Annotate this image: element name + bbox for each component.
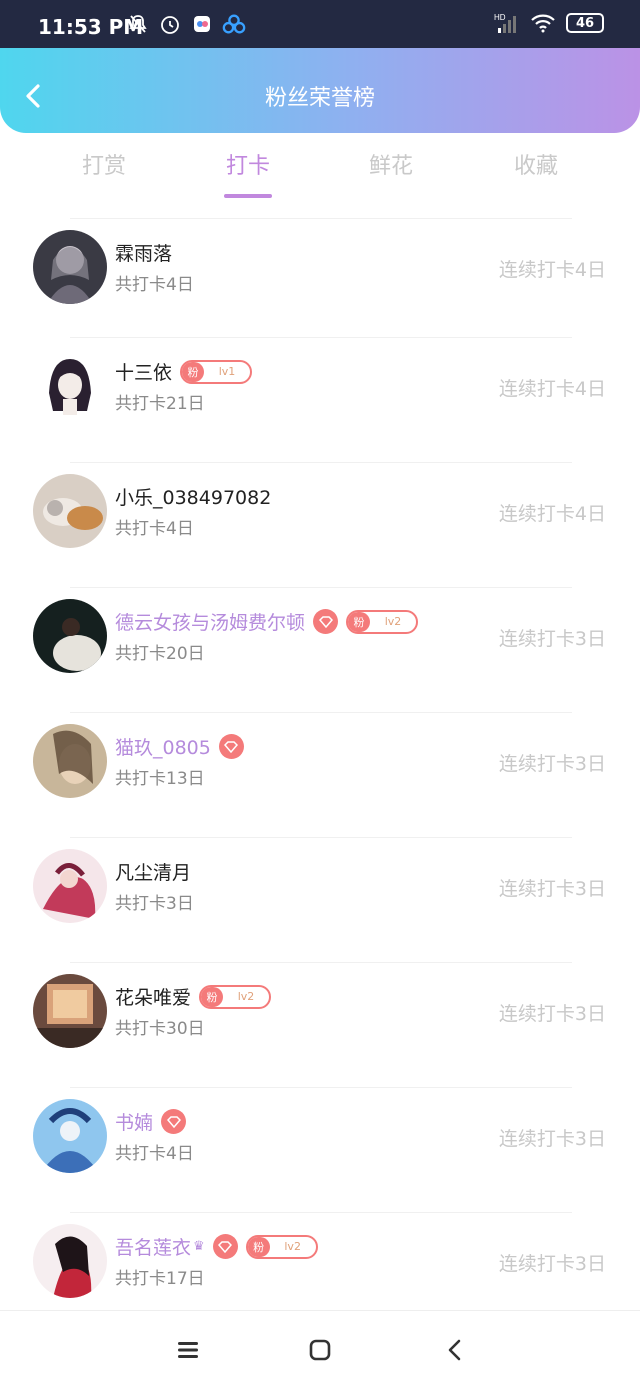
diamond-icon — [313, 609, 339, 634]
list-item[interactable]: 凡尘清月 共打卡3日 连续打卡3日 — [0, 837, 640, 962]
tab-checkin[interactable]: 打卡 — [193, 148, 303, 180]
back-chevron-icon[interactable] — [440, 1335, 470, 1365]
divider — [70, 462, 572, 463]
list-item[interactable]: 德云女孩与汤姆费尔顿 粉 lv2 共打卡20日 连续打卡3日 — [0, 587, 640, 712]
tab-flowers[interactable]: 鲜花 — [336, 148, 446, 180]
user-name: 凡尘清月 — [115, 862, 192, 884]
streak-checkin: 连续打卡4日 — [498, 503, 606, 525]
total-checkin: 共打卡4日 — [115, 519, 194, 539]
signal-icon: HD — [494, 12, 520, 34]
page-title: 粉丝荣誉榜 — [264, 86, 375, 111]
list-item[interactable]: 花朵唯爱 粉 lv2 共打卡30日 连续打卡3日 — [0, 962, 640, 1087]
list-item[interactable]: 书婻 共打卡4日 连续打卡3日 — [0, 1087, 640, 1212]
divider — [70, 587, 572, 588]
user-name: 猫玖_0805 — [115, 737, 211, 759]
list-item[interactable]: 霖雨落 共打卡4日 连续打卡4日 — [0, 218, 640, 343]
user-name: 德云女孩与汤姆费尔顿 — [115, 612, 306, 634]
app-icon-2 — [222, 12, 246, 36]
fan-level-badge: 粉 lv1 — [180, 359, 253, 384]
total-checkin: 共打卡21日 — [115, 394, 205, 414]
list-item[interactable]: 小乐_038497082 共打卡4日 连续打卡4日 — [0, 462, 640, 587]
app-icon — [190, 12, 214, 36]
avatar[interactable] — [33, 230, 107, 304]
avatar[interactable] — [33, 474, 107, 548]
divider — [70, 712, 572, 713]
user-name: 十三依 — [115, 362, 173, 384]
diamond-icon — [218, 734, 244, 759]
streak-checkin: 连续打卡3日 — [498, 1128, 606, 1150]
user-name: 霖雨落 — [115, 243, 173, 265]
mute-bell-icon — [126, 12, 150, 36]
user-name: 花朵唯爱 — [115, 987, 192, 1009]
menu-icon[interactable] — [173, 1335, 203, 1365]
total-checkin: 共打卡13日 — [115, 769, 205, 789]
user-name: 书婻 — [115, 1112, 154, 1134]
streak-checkin: 连续打卡4日 — [498, 378, 606, 400]
divider — [70, 1087, 572, 1088]
user-name: 吾名莲衣 — [115, 1237, 192, 1259]
status-bar: 11:53 PM HD 46 — [0, 0, 640, 48]
list-item[interactable]: 十三依 粉 lv1 共打卡21日 连续打卡4日 — [0, 337, 640, 462]
avatar[interactable] — [33, 974, 107, 1048]
avatar[interactable] — [33, 349, 107, 423]
diamond-icon — [212, 1234, 238, 1259]
fan-level-badge: 粉 lv2 — [245, 1234, 318, 1259]
total-checkin: 共打卡20日 — [115, 644, 205, 664]
streak-checkin: 连续打卡3日 — [498, 878, 606, 900]
svg-text:HD: HD — [494, 13, 506, 22]
list-item[interactable]: 猫玖_0805 共打卡13日 连续打卡3日 — [0, 712, 640, 837]
battery-icon: 46 — [566, 13, 604, 33]
total-checkin: 共打卡17日 — [115, 1269, 205, 1289]
total-checkin: 共打卡3日 — [115, 894, 194, 914]
streak-checkin: 连续打卡3日 — [498, 753, 606, 775]
fan-level-badge: 粉 lv2 — [199, 984, 272, 1009]
avatar[interactable] — [33, 1224, 107, 1298]
divider — [70, 218, 572, 219]
streak-checkin: 连续打卡3日 — [498, 628, 606, 650]
diamond-icon — [161, 1109, 187, 1134]
total-checkin: 共打卡4日 — [115, 275, 194, 295]
crown-icon: ♛ — [193, 1239, 205, 1254]
total-checkin: 共打卡30日 — [115, 1019, 205, 1039]
total-checkin: 共打卡4日 — [115, 1144, 194, 1164]
alarm-icon — [158, 12, 182, 36]
streak-checkin: 连续打卡3日 — [498, 1253, 606, 1275]
tab-active-indicator — [224, 194, 272, 198]
divider — [70, 1212, 572, 1213]
avatar[interactable] — [33, 1099, 107, 1173]
fan-level-badge: 粉 lv2 — [346, 609, 419, 634]
avatar[interactable] — [33, 849, 107, 923]
wifi-icon — [530, 13, 556, 33]
tab-bar: 打赏 打卡 鲜花 收藏 — [0, 148, 640, 204]
streak-checkin: 连续打卡4日 — [498, 259, 606, 281]
divider — [70, 837, 572, 838]
divider — [70, 337, 572, 338]
avatar[interactable] — [33, 724, 107, 798]
avatar[interactable] — [33, 599, 107, 673]
tab-reward[interactable]: 打赏 — [49, 148, 159, 180]
tab-favorites[interactable]: 收藏 — [481, 148, 591, 180]
divider — [70, 962, 572, 963]
user-name: 小乐_038497082 — [115, 487, 272, 509]
home-square-icon[interactable] — [305, 1335, 335, 1365]
system-nav-bar — [0, 1310, 640, 1387]
streak-checkin: 连续打卡3日 — [498, 1003, 606, 1025]
